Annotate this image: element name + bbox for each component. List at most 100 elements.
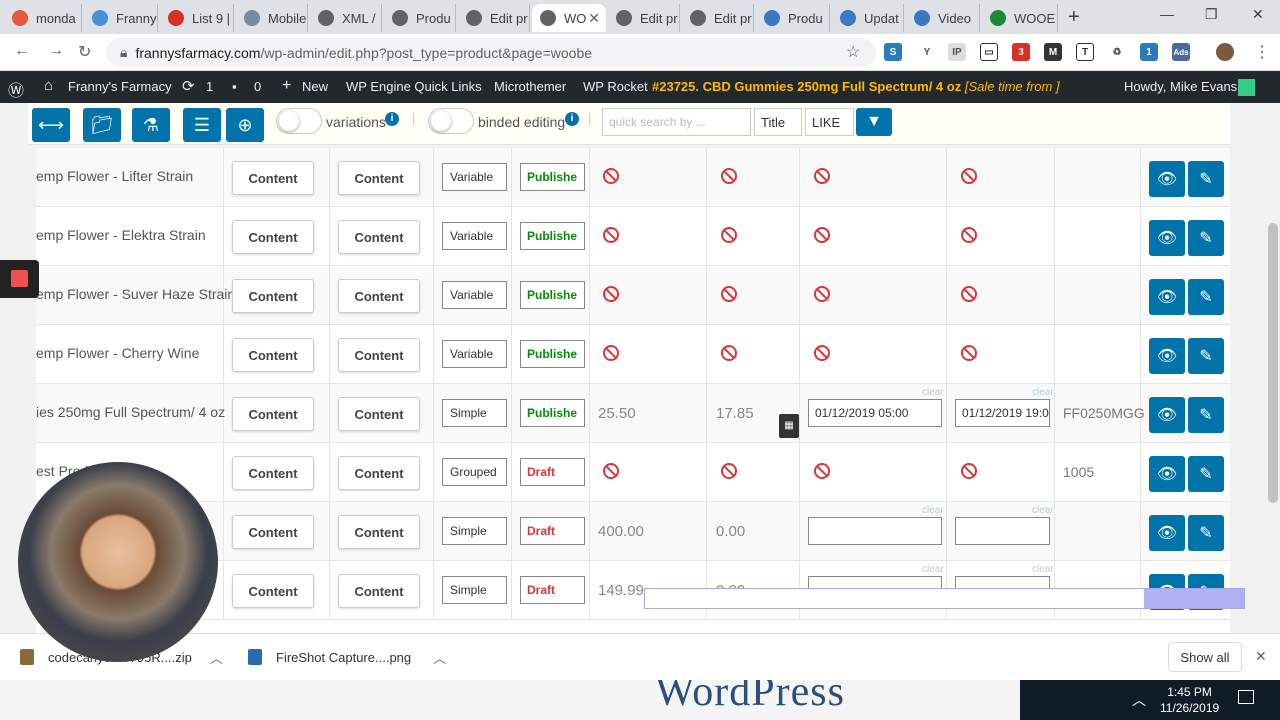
clear-link[interactable]: clear [1032,387,1054,398]
browser-tab[interactable]: Edit pr [682,4,754,32]
list-button[interactable]: ☰ [183,108,221,142]
show-all-button[interactable]: Show all [1168,642,1242,672]
content-button[interactable]: Content [232,515,314,549]
product-type-select[interactable]: Variable [442,340,507,368]
horizontal-scrollbar[interactable] [644,588,1245,609]
view-eye-icon[interactable]: 👁︎ [1149,220,1185,256]
sku-value[interactable]: 1005 [1063,464,1094,480]
product-type-select[interactable]: Simple [442,399,507,427]
browser-tab[interactable]: Video [906,4,980,32]
extension-icon-s[interactable]: S [884,43,902,61]
download-item-png[interactable]: FireShot Capture....png ︿ [248,640,446,674]
filter-button[interactable]: ▼ [856,108,892,136]
chevron-up-icon[interactable]: ︿ [433,648,446,667]
search-field-select[interactable]: Title [754,108,802,136]
short-content-button[interactable]: Content [338,161,420,195]
clear-link[interactable]: clear [922,387,944,398]
status-select[interactable]: Draft [520,517,585,545]
sale-to-input[interactable]: 01/12/2019 19:0 [955,399,1050,427]
vertical-scrollbar[interactable] [1266,103,1280,633]
wp-rocket-link[interactable]: WP Rocket [583,79,648,94]
short-content-button[interactable]: Content [338,220,420,254]
add-product-button[interactable]: ⊕ [226,108,264,142]
short-content-button[interactable]: Content [338,574,420,608]
product-title[interactable]: emp Flower - Suver Haze Strain [36,286,235,302]
forward-icon[interactable]: → [48,42,64,60]
browser-tab[interactable]: XML / [310,4,382,32]
new-tab-button[interactable]: + [1068,6,1080,29]
folder-button[interactable]: 📁︎ [83,108,121,142]
product-title[interactable]: ies 250mg Full Spectrum/ 4 oz [36,404,225,420]
status-select[interactable]: Draft [520,576,585,604]
clear-link[interactable]: clear [1032,505,1054,516]
product-type-select[interactable]: Variable [442,163,507,191]
comments-icon[interactable]: ▪ [232,79,237,94]
product-title[interactable]: emp Flower - Lifter Strain [36,168,193,184]
browser-tab[interactable]: Franny [84,4,158,32]
content-button[interactable]: Content [232,338,314,372]
clear-link[interactable]: clear [922,505,944,516]
content-button[interactable]: Content [232,574,314,608]
browser-tab[interactable]: List 9 | [160,4,234,32]
content-button[interactable]: Content [232,161,314,195]
short-content-button[interactable]: Content [338,279,420,313]
extension-icon-ip[interactable]: IP [948,43,966,61]
system-clock[interactable]: 1:45 PM 11/26/2019 [1160,684,1219,716]
product-title[interactable]: emp Flower - Cherry Wine [36,345,199,361]
close-window-button[interactable]: ✕ [1252,6,1264,23]
edit-icon[interactable]: ✎ [1188,161,1224,197]
edit-icon[interactable]: ✎ [1188,338,1224,374]
sale-to-input[interactable] [955,517,1050,545]
extension-icon-calendar[interactable]: 3 [1012,43,1030,61]
extension-icon-badge[interactable]: 1 [1140,43,1158,61]
menu-icon[interactable]: ⋮ [1254,42,1270,62]
short-content-button[interactable]: Content [338,515,420,549]
content-button[interactable]: Content [232,397,314,431]
close-shelf-icon[interactable]: ✕ [1255,648,1267,665]
content-button[interactable]: Content [232,279,314,313]
browser-tab[interactable]: Mobile [236,4,308,32]
edit-icon[interactable]: ✎ [1188,220,1224,256]
browser-tab[interactable]: Edit pr [458,4,530,32]
regular-price[interactable]: 25.50 [598,405,636,422]
maximize-button[interactable]: ❐ [1205,6,1218,23]
chevron-up-icon[interactable]: ︿ [210,648,223,667]
extension-icon-ads[interactable]: Ads [1172,43,1190,61]
extension-icon-t[interactable]: T [1076,43,1094,61]
content-button[interactable]: Content [232,456,314,490]
view-eye-icon[interactable]: 👁︎ [1149,338,1185,374]
browser-tab[interactable]: Edit pr [608,4,680,32]
tray-chevron-icon[interactable]: ︿ [1132,690,1146,710]
folder-icon[interactable]: ▭ [980,43,998,61]
expand-columns-button[interactable]: ⟷ [32,108,70,142]
variations-info-icon[interactable]: i [385,112,399,126]
view-eye-icon[interactable]: 👁︎ [1149,456,1185,492]
minimize-button[interactable]: — [1160,6,1174,22]
product-type-select[interactable]: Simple [442,517,507,545]
edit-icon[interactable]: ✎ [1188,515,1224,551]
product-type-select[interactable]: Simple [442,576,507,604]
regular-price[interactable]: 149.99 [598,582,644,599]
record-button[interactable] [0,260,39,298]
product-type-select[interactable]: Variable [442,281,507,309]
microthemer-link[interactable]: Microthemer [494,79,566,94]
status-select[interactable]: Publishe [520,281,585,309]
calculator-icon[interactable]: ▦ [779,414,799,438]
browser-tab[interactable]: monda [4,4,82,32]
updates-count[interactable]: 1 [206,79,213,94]
binded-info-icon[interactable]: i [565,112,579,126]
browser-tab[interactable]: Updat [832,4,904,32]
edit-icon[interactable]: ✎ [1188,456,1224,492]
product-title[interactable]: emp Flower - Elektra Strain [36,227,206,243]
updates-icon[interactable]: ⟳ [182,77,195,95]
status-select[interactable]: Publishe [520,399,585,427]
reload-icon[interactable]: ↻ [78,42,91,62]
product-type-select[interactable]: Variable [442,222,507,250]
back-icon[interactable]: ← [14,42,30,60]
product-type-select[interactable]: Grouped [442,458,507,486]
view-eye-icon[interactable]: 👁︎ [1149,279,1185,315]
howdy-user-link[interactable]: Howdy, Mike Evans [1120,79,1238,94]
sale-from-input[interactable]: 01/12/2019 05:00 [808,399,942,427]
wp-engine-quick-links[interactable]: WP Engine Quick Links [346,79,482,94]
view-eye-icon[interactable]: 👁︎ [1149,397,1185,433]
